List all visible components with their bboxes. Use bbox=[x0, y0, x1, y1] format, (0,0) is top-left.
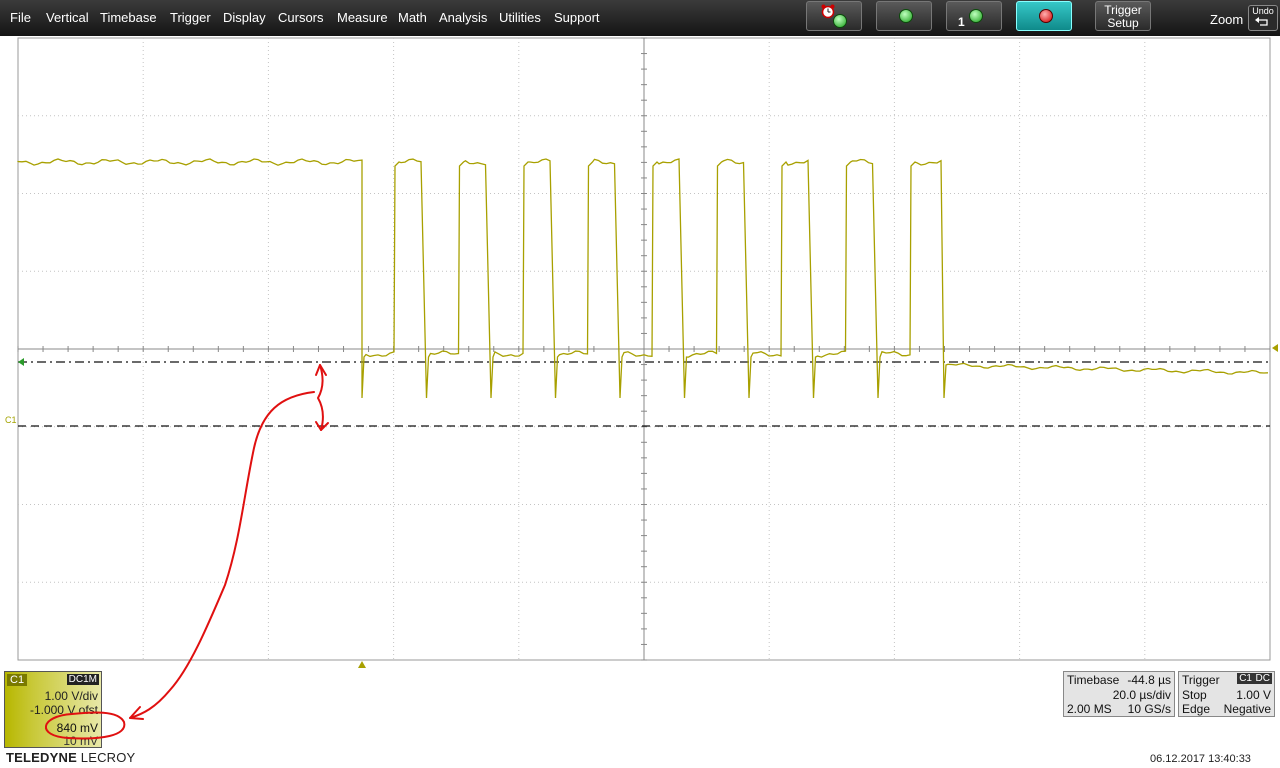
trigger-descriptor[interactable]: Trigger C1 DC Stop 1.00 V Edge Negative bbox=[1178, 671, 1275, 717]
trigger-level: 1.00 V bbox=[1236, 688, 1271, 702]
channel1-descriptor[interactable]: C1 DC1M 1.00 V/div -1.000 V ofst 840 mV … bbox=[4, 671, 102, 748]
auto-trigger-button[interactable] bbox=[806, 1, 862, 31]
trigger-coupling: DC bbox=[1253, 673, 1272, 684]
timestamp: 06.12.2017 13:40:33 bbox=[1150, 753, 1251, 765]
timebase-delay: -44.8 µs bbox=[1127, 673, 1171, 687]
undo-arrow-icon bbox=[1255, 17, 1268, 26]
trigger-label: Trigger bbox=[1182, 673, 1220, 687]
channel-offset: -1.000 V ofst bbox=[29, 703, 98, 717]
menu-utilities[interactable]: Utilities bbox=[499, 10, 541, 25]
channel1-trace bbox=[17, 158, 1269, 399]
trigger-type: Edge bbox=[1182, 702, 1211, 716]
normal-trigger-button[interactable] bbox=[876, 1, 932, 31]
timebase-label: Timebase bbox=[1067, 673, 1120, 687]
menu-support[interactable]: Support bbox=[554, 10, 600, 25]
menu-bar: File Vertical Timebase Trigger Display C… bbox=[0, 0, 1280, 36]
menu-vertical[interactable]: Vertical bbox=[46, 10, 89, 25]
alarm-clock-icon bbox=[821, 4, 835, 19]
green-led-icon bbox=[899, 9, 913, 23]
trigger-setup-label-1: Trigger bbox=[1104, 3, 1142, 17]
zoom-label: Zoom bbox=[1210, 12, 1244, 27]
single-marker: 1 bbox=[958, 15, 965, 29]
trigger-channel-tag: C1 bbox=[1237, 673, 1254, 684]
undo-label: Undo bbox=[1252, 6, 1274, 16]
menu-math[interactable]: Math bbox=[398, 10, 427, 25]
green-led-icon bbox=[969, 9, 983, 23]
menu-display[interactable]: Display bbox=[223, 10, 266, 25]
trigger-slope: Negative bbox=[1223, 702, 1271, 716]
channel-vdiv: 1.00 V/div bbox=[44, 689, 98, 703]
graticule bbox=[17, 37, 1271, 661]
waveform-display[interactable] bbox=[0, 36, 1280, 668]
menu-cursors[interactable]: Cursors bbox=[278, 10, 324, 25]
menu-trigger[interactable]: Trigger bbox=[170, 10, 211, 25]
trigger-level-left-marker[interactable] bbox=[18, 358, 24, 366]
timebase-rate: 10 GS/s bbox=[1127, 702, 1171, 716]
brand-logo: TELEDYNE LECROY bbox=[6, 750, 136, 765]
trigger-setup-button[interactable]: Trigger Setup bbox=[1095, 1, 1151, 31]
red-led-icon bbox=[1039, 9, 1053, 23]
trigger-position-marker[interactable] bbox=[358, 661, 366, 668]
timebase-samples: 2.00 MS bbox=[1067, 702, 1112, 716]
channel-trace-label: C1 bbox=[5, 415, 17, 425]
channel-coupling: DC1M bbox=[66, 674, 99, 685]
menu-timebase[interactable]: Timebase bbox=[100, 10, 157, 25]
menu-analysis[interactable]: Analysis bbox=[439, 10, 487, 25]
trigger-setup-label-2: Setup bbox=[1107, 16, 1139, 30]
trigger-level-right-marker[interactable] bbox=[1272, 344, 1278, 352]
channel-measure: 840 mV bbox=[56, 721, 98, 735]
undo-button[interactable]: Undo bbox=[1248, 5, 1278, 31]
single-trigger-button[interactable]: 1 bbox=[946, 1, 1002, 31]
menu-file[interactable]: File bbox=[10, 10, 31, 25]
channel-tag: C1 bbox=[7, 674, 28, 686]
timebase-tdiv: 20.0 µs/div bbox=[1112, 688, 1171, 702]
trigger-mode: Stop bbox=[1182, 688, 1207, 702]
stop-trigger-button[interactable] bbox=[1016, 1, 1072, 31]
timebase-descriptor[interactable]: Timebase -44.8 µs 20.0 µs/div 2.00 MS 10… bbox=[1063, 671, 1175, 717]
channel-measure-2: 10 mV bbox=[63, 734, 98, 748]
menu-measure[interactable]: Measure bbox=[337, 10, 388, 25]
